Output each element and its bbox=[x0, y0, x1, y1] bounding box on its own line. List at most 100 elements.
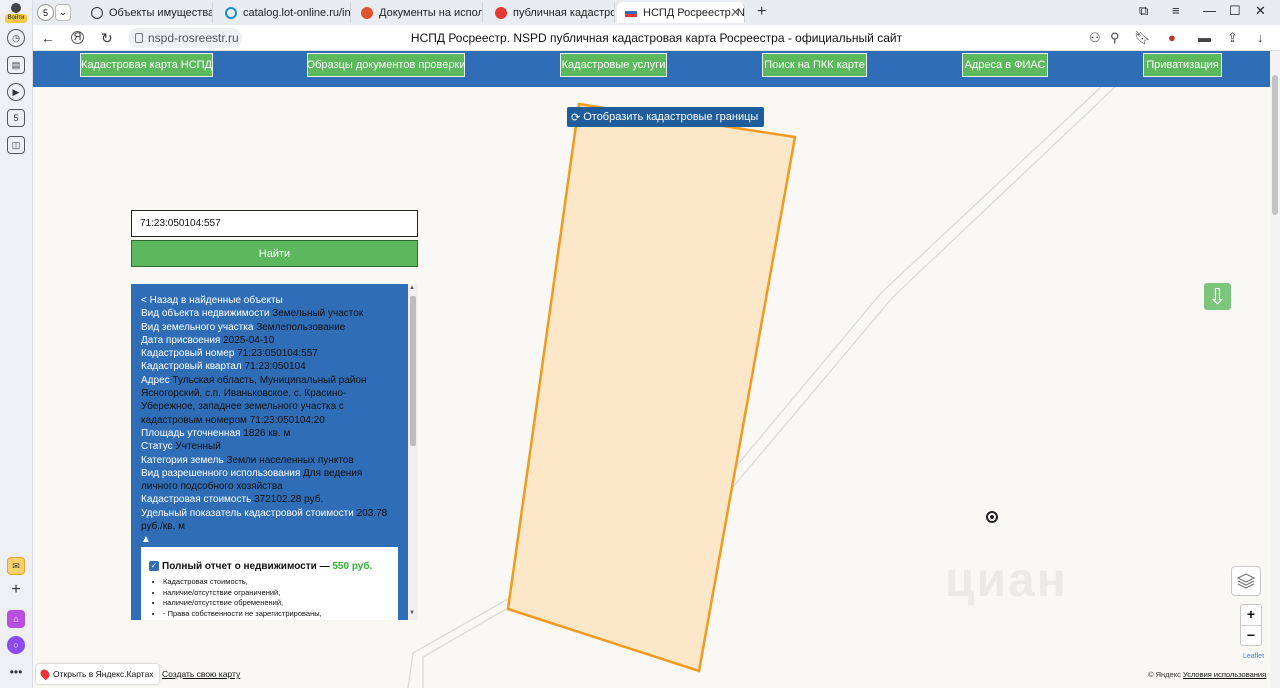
nav-button-cadastral-services[interactable]: Кадастровые услуги bbox=[560, 53, 667, 77]
profile-button[interactable]: Войти bbox=[4, 3, 28, 23]
create-map-link[interactable]: Создать свою карту bbox=[162, 669, 240, 679]
bookmark-icon[interactable]: 🔖︎ bbox=[1134, 30, 1151, 46]
info-scrollbar-thumb[interactable] bbox=[410, 296, 416, 446]
info-field-row: Вид земельного участка Землепользование bbox=[141, 321, 399, 334]
mail-icon[interactable]: ✉ bbox=[7, 557, 25, 575]
info-field-label: Дата присвоения bbox=[141, 334, 221, 346]
collapse-arrow-icon[interactable]: ▲ bbox=[141, 533, 399, 546]
cian-watermark: циан bbox=[945, 554, 1068, 607]
tab-0[interactable]: Объекты имущества - ф bbox=[83, 2, 213, 23]
profile-login-label: Войти bbox=[5, 14, 27, 23]
flag-favicon-icon bbox=[625, 8, 637, 17]
terms-of-use-link[interactable]: Условия использования bbox=[1183, 670, 1266, 679]
tab-count-badge[interactable]: 5 bbox=[37, 4, 54, 21]
alice-icon[interactable]: ○ bbox=[7, 636, 25, 654]
extension-red-icon[interactable]: ● bbox=[1168, 30, 1176, 45]
object-info: < Назад в найденные объекты Вид объекта … bbox=[141, 294, 399, 547]
page-scrollbar-thumb[interactable] bbox=[1272, 75, 1278, 215]
cadastral-parcel[interactable] bbox=[506, 102, 797, 673]
map-canvas[interactable]: циан ⟳ Отобразить кадастровые границы На… bbox=[33, 87, 1270, 688]
info-field-label: Площадь уточненная bbox=[141, 427, 241, 439]
play-icon[interactable]: ▶ bbox=[7, 83, 25, 101]
layers-button[interactable] bbox=[1231, 566, 1261, 596]
profile-avatar-icon bbox=[11, 3, 21, 13]
cadastral-search-input[interactable] bbox=[131, 210, 418, 237]
screenshot-icon[interactable]: ◫ bbox=[7, 136, 25, 154]
more-icon[interactable]: ••• bbox=[7, 663, 25, 681]
menu-icon[interactable]: ≡ bbox=[1172, 3, 1180, 18]
tab-title: catalog.lot-online.ru/inde bbox=[243, 6, 351, 19]
translate-icon[interactable]: ⚲ bbox=[1110, 30, 1120, 46]
zoom-control: + − bbox=[1240, 604, 1262, 646]
info-field-label: Вид объекта недвижимости bbox=[141, 308, 270, 320]
nav-button-doc-samples[interactable]: Образцы документов проверки bbox=[307, 53, 465, 77]
report-items: Кадастровая стоимость,наличие/отсутствие… bbox=[163, 577, 322, 619]
report-price: 550 руб. bbox=[332, 561, 373, 572]
info-field-label: Вид земельного участка bbox=[141, 321, 254, 333]
nav-button-pkk-search[interactable]: Поиск на ПКК карте bbox=[762, 53, 867, 77]
find-button[interactable]: Найти bbox=[131, 240, 418, 267]
scroll-down-icon[interactable]: ▼ bbox=[409, 610, 415, 616]
info-field-row: Статус Учтенный bbox=[141, 440, 399, 453]
tab-count-icon[interactable]: 5 bbox=[7, 109, 25, 127]
tab-title: Документы на исполнен bbox=[379, 6, 482, 19]
copyright-prefix: © Яндекс bbox=[1148, 670, 1181, 679]
reload-icon[interactable]: ↻ bbox=[101, 30, 113, 47]
info-field-label: Кадастровая стоимость bbox=[141, 494, 252, 506]
page-scrollbar[interactable] bbox=[1270, 51, 1280, 688]
close-tab-icon[interactable]: ✕ bbox=[731, 6, 740, 19]
zoom-in-button[interactable]: + bbox=[1241, 605, 1261, 625]
minimize-icon[interactable]: — bbox=[1203, 3, 1216, 18]
info-field-value: Учтенный bbox=[175, 441, 221, 453]
scroll-down-arrow-icon[interactable]: ⇩ bbox=[1204, 283, 1231, 310]
info-field-row: Площадь уточненная 1826 кв. м bbox=[141, 427, 399, 440]
collections-icon[interactable]: ▤ bbox=[7, 56, 25, 74]
open-in-yandex-maps-button[interactable]: Открыть в Яндекс.Картах bbox=[36, 664, 159, 684]
refresh-icon: ⟳ bbox=[571, 111, 581, 124]
close-window-icon[interactable]: ✕ bbox=[1255, 3, 1266, 19]
downloads-icon[interactable]: ↓ bbox=[1257, 30, 1264, 45]
site-nav: Кадастровая карта НСПД Образцы документо… bbox=[33, 51, 1270, 87]
bookmarks-panel-icon[interactable]: ⧉ bbox=[1139, 3, 1148, 19]
info-field-label: Кадастровый квартал bbox=[141, 361, 242, 373]
extension-icon[interactable]: ⚇ bbox=[1089, 30, 1101, 46]
nav-button-cadastral-map[interactable]: Кадастровая карта НСПД bbox=[80, 53, 213, 77]
scroll-up-icon[interactable]: ▲ bbox=[409, 285, 415, 291]
share-icon[interactable]: ⇪ bbox=[1227, 30, 1238, 46]
tab-title: НСПД Росреестр. NSPD bbox=[643, 6, 745, 19]
nav-button-fias[interactable]: Адреса в ФИАС bbox=[962, 53, 1048, 77]
tab-strip: 5 ⌄ Объекты имущества - ф catalog.lot-on… bbox=[33, 0, 1280, 25]
maximize-icon[interactable]: ☐ bbox=[1229, 3, 1241, 19]
info-field-value: Земельный участок bbox=[272, 308, 364, 320]
yandex-favicon-icon bbox=[495, 6, 507, 19]
url-field[interactable]: nspd-rosreestr.ru bbox=[128, 28, 242, 48]
history-icon[interactable]: ◷ bbox=[7, 29, 25, 47]
map-pin-icon bbox=[38, 667, 52, 681]
show-cadastral-borders-button[interactable]: ⟳ Отобразить кадастровые границы bbox=[567, 107, 765, 127]
app-icon[interactable]: ⌂ bbox=[7, 610, 25, 628]
info-field-row: Вид объекта недвижимости Земельный участ… bbox=[141, 307, 399, 320]
address-bar: ← Я ↻ nspd-rosreestr.ru НСПД Росреестр. … bbox=[33, 25, 1280, 51]
info-field-row: Вид разрешенного использования Для веден… bbox=[141, 467, 399, 494]
report-title-text: Полный отчет о недвижимости — bbox=[162, 561, 330, 572]
zoom-out-button[interactable]: − bbox=[1241, 626, 1261, 646]
leaflet-attribution-link[interactable]: Leaflet bbox=[1243, 653, 1264, 660]
extension-dark-icon[interactable]: ▬ bbox=[1198, 30, 1211, 45]
back-to-results-link[interactable]: < Назад в найденные объекты bbox=[141, 294, 399, 307]
tab-2[interactable]: Документы на исполнен bbox=[353, 2, 483, 23]
back-icon[interactable]: ← bbox=[41, 30, 55, 46]
info-scrollbar[interactable]: ▲ ▼ bbox=[408, 284, 418, 620]
site-favicon-icon bbox=[361, 6, 373, 19]
info-field-value: 2025-04-10 bbox=[223, 334, 275, 346]
report-checkbox[interactable]: ✓ bbox=[149, 561, 159, 571]
nav-button-privatization[interactable]: Приватизация bbox=[1143, 53, 1222, 77]
tab-4-active[interactable]: НСПД Росреестр. NSPD ✕ bbox=[617, 2, 745, 23]
info-field-label: Вид разрешенного использования bbox=[141, 467, 301, 479]
tab-list-chevron-icon[interactable]: ⌄ bbox=[55, 4, 71, 21]
new-tab-icon[interactable]: + bbox=[757, 3, 766, 21]
info-field-row: Кадастровый квартал 71:23:050104 bbox=[141, 360, 399, 373]
tab-1[interactable]: catalog.lot-online.ru/inde bbox=[217, 2, 351, 23]
yandex-protect-icon[interactable]: Я bbox=[71, 31, 84, 44]
add-icon[interactable]: + bbox=[7, 581, 25, 599]
tab-3[interactable]: публичная кадастровая bbox=[487, 2, 615, 23]
